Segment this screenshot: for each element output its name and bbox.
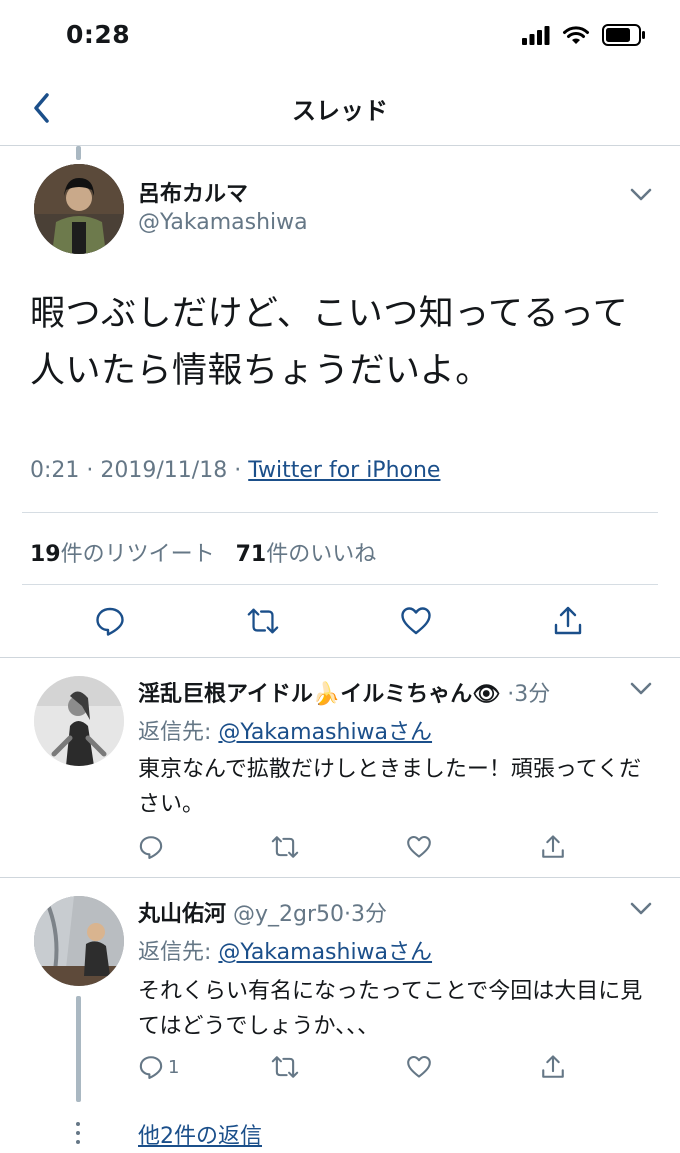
reply-to-link[interactable]: @Yakamashiwaさん: [218, 720, 432, 745]
dot: [76, 1122, 80, 1126]
retweet-button[interactable]: [246, 604, 280, 638]
reply-button[interactable]: [93, 604, 127, 638]
reply-button[interactable]: 1: [138, 1052, 179, 1082]
reply-button[interactable]: [138, 832, 164, 862]
reply-to-line: 返信先: @Yakamashiwaさん: [138, 934, 432, 966]
reply-actions: [0, 832, 680, 862]
like-icon: [401, 607, 431, 635]
chevron-down-icon: [630, 188, 652, 201]
retweet-label: 件のリツイート: [60, 542, 215, 567]
reply-author: 淫乱巨根アイドル🍌イルミちゃん👁 ·3分: [138, 676, 550, 708]
retweets-stat[interactable]: 19件のリツイート: [30, 542, 215, 567]
reply-actions: 1: [0, 1052, 680, 1082]
like-icon: [407, 1055, 431, 1078]
navigation-bar: スレッド: [0, 70, 680, 146]
reply-to-link[interactable]: @Yakamashiwaさん: [218, 940, 432, 965]
reply-text: 東京なんで拡散だけしときましたー！頑張ってください。: [138, 757, 642, 817]
share-button[interactable]: [551, 604, 585, 638]
status-bar: 0:28: [0, 0, 680, 70]
reply-to-prefix: 返信先:: [138, 940, 219, 965]
reply-menu-button[interactable]: [626, 894, 656, 924]
reply-icon: [139, 1056, 163, 1080]
like-button[interactable]: [406, 1052, 432, 1082]
reply-tweet: 丸山佑河 @y_2gr50·3分 返信先: @Yakamashiwaさん それく…: [0, 878, 680, 1108]
author-name[interactable]: 呂布カルマ: [138, 176, 248, 208]
thread-line-top: [76, 146, 81, 160]
likes-stat[interactable]: 71件のいいね: [236, 542, 377, 567]
chevron-down-icon: [630, 682, 652, 695]
wifi-icon: [562, 25, 590, 49]
divider: [22, 512, 658, 513]
tweet-stats: 19件のリツイート 71件のいいね: [30, 536, 376, 568]
reply-author-handle[interactable]: @y_2gr50: [233, 902, 344, 927]
tweet-time: 0:21: [30, 458, 80, 483]
tweet-meta: 0:21 · 2019/11/18 · Twitter for iPhone: [30, 458, 440, 483]
chevron-down-icon: [630, 902, 652, 915]
avatar[interactable]: [34, 676, 124, 766]
meta-separator: ·: [234, 458, 242, 483]
main-tweet: 呂布カルマ @Yakamashiwa 暇つぶしだけど、こいつ知ってるって人いたら…: [0, 146, 680, 658]
retweet-button[interactable]: [270, 1052, 300, 1082]
like-count: 71: [235, 542, 267, 567]
avatar[interactable]: [34, 896, 124, 986]
status-icons: [522, 24, 646, 50]
more-dots-icon: [74, 1122, 82, 1144]
author-handle[interactable]: @Yakamashiwa: [138, 210, 308, 235]
reply-count: 1: [168, 1056, 180, 1078]
reply-menu-button[interactable]: [626, 674, 656, 704]
reply-time: ·3分: [344, 902, 388, 927]
retweet-icon: [271, 836, 299, 858]
retweet-icon: [247, 608, 279, 634]
reply-to-prefix: 返信先:: [138, 720, 219, 745]
like-button[interactable]: [406, 832, 432, 862]
reply-tweet: 淫乱巨根アイドル🍌イルミちゃん👁 ·3分 返信先: @Yakamashiwaさん…: [0, 658, 680, 878]
like-label: 件のいいね: [266, 542, 377, 567]
tweet-source-link[interactable]: Twitter for iPhone: [248, 458, 440, 483]
retweet-count: 19: [30, 542, 61, 567]
thread-line: [76, 996, 81, 1102]
retweet-button[interactable]: [270, 832, 300, 862]
page-title: スレッド: [292, 97, 388, 125]
battery-icon: [602, 24, 646, 50]
reply-icon: [96, 607, 124, 636]
share-icon: [554, 606, 582, 635]
share-button[interactable]: [540, 1052, 566, 1082]
tweet-text: 暇つぶしだけど、こいつ知ってるって人いたら情報ちょうだいよ。: [30, 294, 629, 391]
dot: [76, 1140, 80, 1144]
reply-author: 丸山佑河 @y_2gr50·3分: [138, 896, 387, 928]
more-replies-link[interactable]: 他2件の返信: [138, 1118, 262, 1150]
reply-time: ·3分: [507, 682, 551, 707]
reply-text: それくらい有名になったってことで今回は大目に見てはどうでしょうか、、、: [138, 979, 643, 1039]
tweet-actions: [0, 604, 680, 644]
signal-icon: [522, 25, 550, 49]
share-icon: [542, 1055, 564, 1078]
reply-author-name[interactable]: 淫乱巨根アイドル🍌イルミちゃん👁: [138, 682, 500, 707]
avatar[interactable]: [34, 164, 124, 254]
reply-icon: [139, 836, 163, 860]
retweet-icon: [271, 1056, 299, 1078]
share-button[interactable]: [540, 832, 566, 862]
tweet-menu-button[interactable]: [626, 180, 656, 210]
dot: [76, 1131, 80, 1135]
share-icon: [542, 835, 564, 858]
divider: [22, 584, 658, 585]
status-time: 0:28: [66, 20, 131, 49]
reply-author-name[interactable]: 丸山佑河: [138, 902, 226, 927]
tweet-date: 2019/11/18: [100, 458, 228, 483]
like-button[interactable]: [399, 604, 433, 638]
like-icon: [407, 835, 431, 858]
meta-separator: ·: [86, 458, 94, 483]
reply-to-line: 返信先: @Yakamashiwaさん: [138, 714, 432, 746]
